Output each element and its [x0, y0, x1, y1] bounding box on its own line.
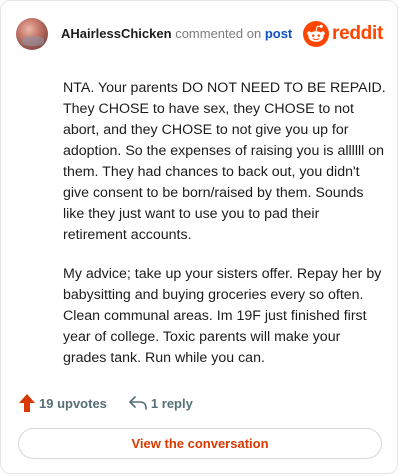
post-link[interactable]: post — [265, 26, 292, 41]
arrow-up-icon — [19, 394, 35, 412]
comment-actions: 19 upvotes 1 reply — [18, 393, 193, 413]
reply-button[interactable]: 1 reply — [128, 395, 193, 411]
upvote-button[interactable]: 19 upvotes — [18, 393, 107, 413]
comment-header: AHairlessChicken commented on post reddi… — [16, 17, 383, 51]
comment-card: AHairlessChicken commented on post reddi… — [0, 0, 398, 474]
comment-body: NTA. Your parents DO NOT NEED TO BE REPA… — [63, 78, 387, 387]
user-avatar[interactable] — [16, 18, 48, 50]
reply-arrow-icon — [129, 396, 147, 410]
comment-paragraph: My advice; take up your sisters offer. R… — [63, 266, 382, 366]
action-text: commented on — [175, 26, 262, 41]
reddit-logo[interactable]: reddit — [303, 21, 383, 47]
reply-count: 1 reply — [150, 395, 193, 411]
username-link[interactable]: AHairlessChicken — [61, 26, 172, 41]
reddit-wordmark: reddit — [332, 23, 383, 44]
view-conversation-button[interactable]: View the conversation — [18, 428, 382, 459]
reddit-snoo-icon — [303, 21, 330, 47]
byline: AHairlessChicken commented on post — [61, 26, 292, 42]
comment-paragraph: NTA. Your parents DO NOT NEED TO BE REPA… — [63, 80, 386, 243]
upvote-count: 19 upvotes — [39, 395, 107, 411]
